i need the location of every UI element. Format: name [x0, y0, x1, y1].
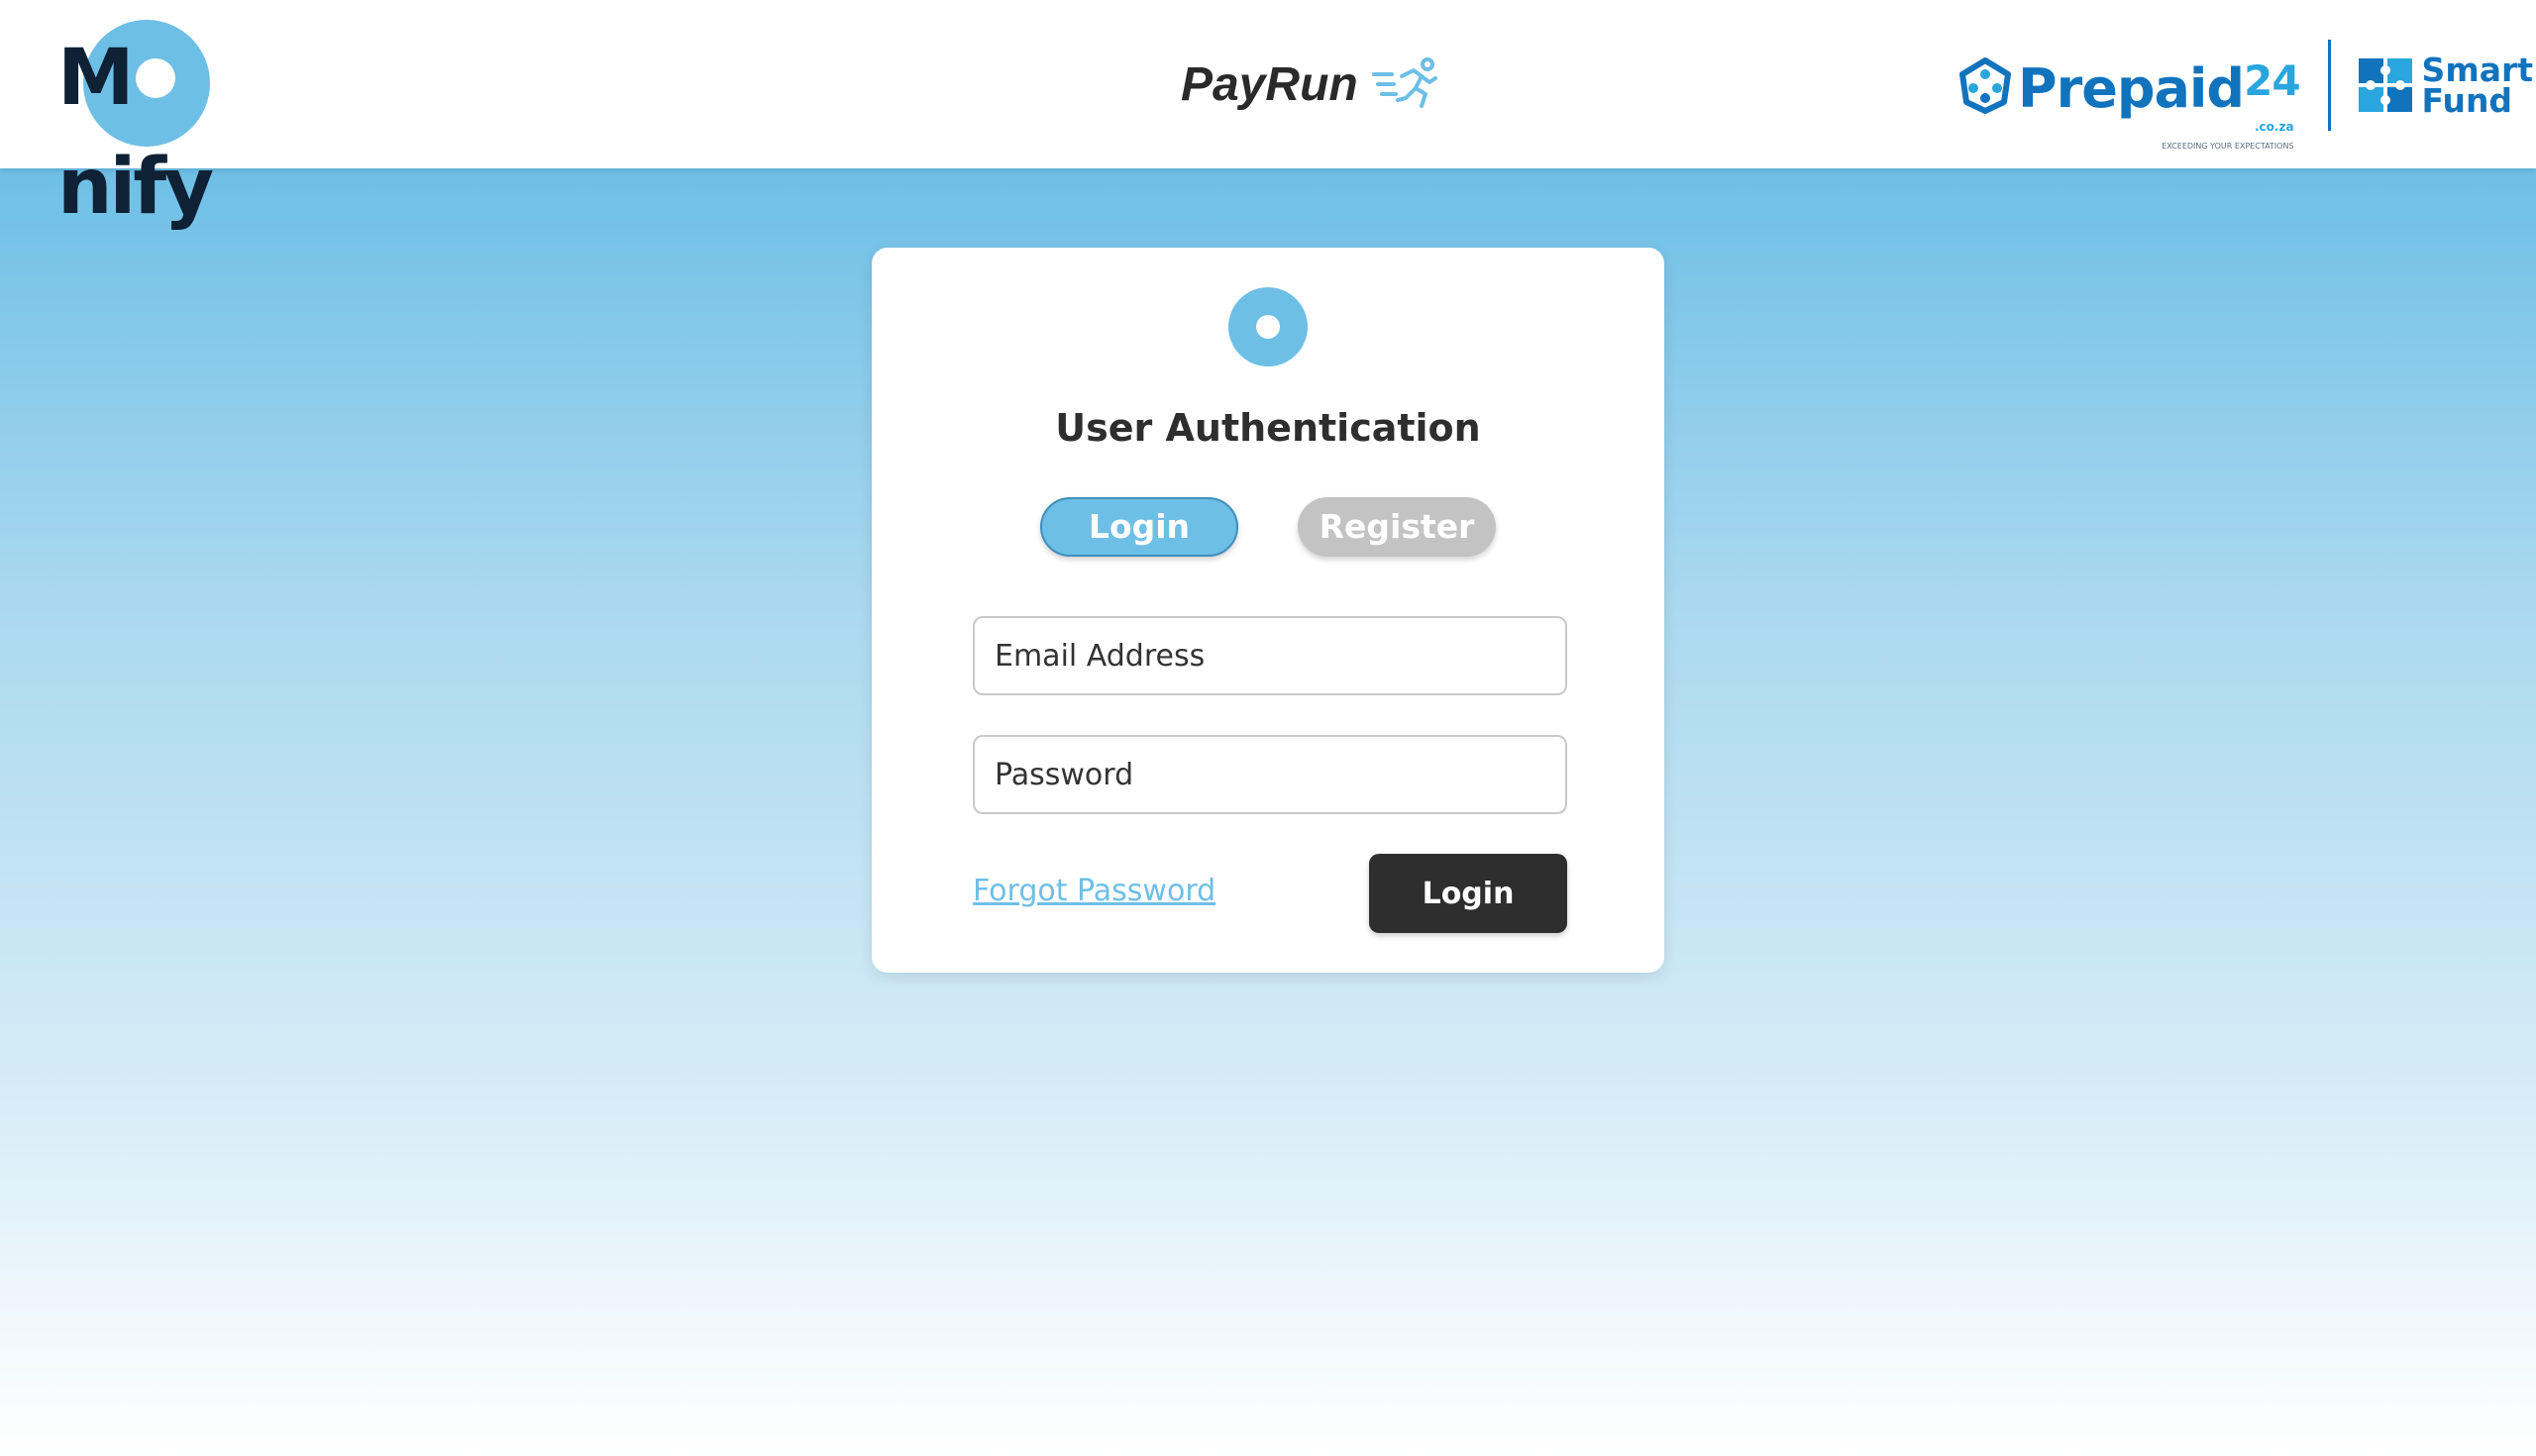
email-field[interactable]: [973, 616, 1567, 695]
forgot-password-link[interactable]: Forgot Password: [973, 874, 1215, 908]
prepaid24-logo[interactable]: Prepaid24 .co.za EXCEEDING YOUR EXPECTAT…: [1956, 52, 2301, 151]
password-field[interactable]: [973, 735, 1567, 814]
brand-text-part2: nify: [57, 143, 214, 232]
prepaid24-wordmark: Prepaid24 .co.za EXCEEDING YOUR EXPECTAT…: [2018, 52, 2301, 151]
tab-register[interactable]: Register: [1298, 497, 1496, 557]
monify-logo[interactable]: Mnify: [57, 16, 305, 232]
prepaid-name: Prepaid: [2018, 57, 2245, 120]
partner-divider: [2327, 40, 2331, 131]
smartfund-line2: Fund: [2421, 81, 2513, 120]
smartfund-logo[interactable]: Smart Fund: [2357, 53, 2533, 120]
product-name: PayRun: [1181, 57, 1358, 111]
brand-text-part1: M: [57, 34, 135, 123]
monify-o-dot-icon: [135, 58, 175, 98]
puzzle-icon: [2358, 58, 2412, 112]
smartfund-wordmark: Smart Fund: [2421, 53, 2533, 120]
circle-dot-icon: [1228, 287, 1308, 366]
auth-card: User Authentication Login Register Forgo…: [872, 248, 1664, 973]
runner-icon: [1371, 57, 1437, 108]
auth-title: User Authentication: [1055, 406, 1481, 450]
partner-logos: Prepaid24 .co.za EXCEEDING YOUR EXPECTAT…: [1956, 38, 2533, 151]
prepaid-badge-icon: [1959, 57, 2011, 114]
product-title: PayRun: [1181, 50, 1441, 119]
login-button[interactable]: Login: [1369, 854, 1567, 933]
tab-login[interactable]: Login: [1040, 497, 1238, 557]
prepaid-tagline: EXCEEDING YOUR EXPECTATIONS: [2162, 142, 2294, 151]
top-header: Mnify PayRun Prepaid24 .co.za EXCEEDING …: [0, 0, 2536, 232]
monify-logo-wordmark: Mnify: [57, 24, 305, 242]
